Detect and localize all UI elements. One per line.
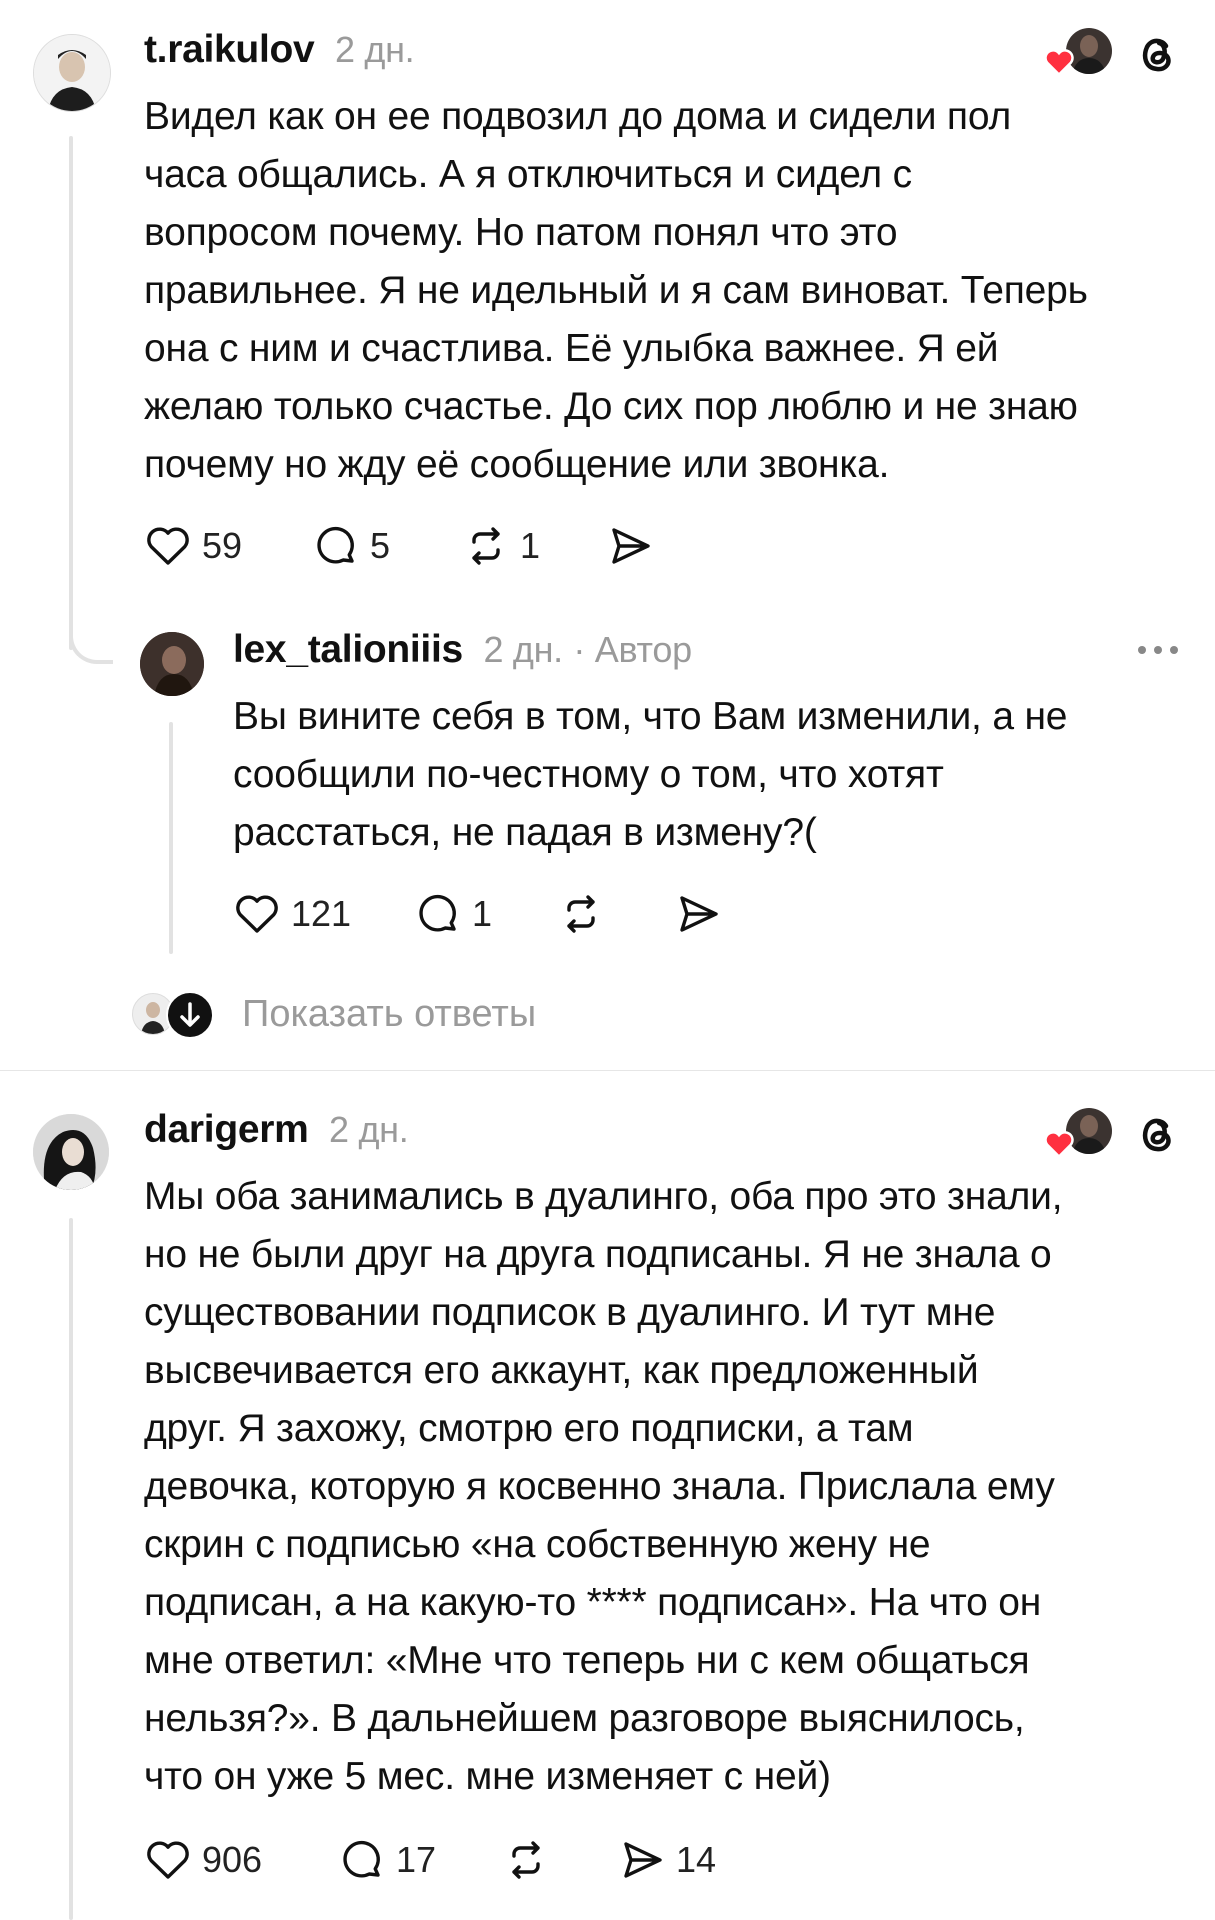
like-count: 59 <box>202 525 243 566</box>
reply-button[interactable]: 1 <box>414 890 492 938</box>
repost-button[interactable] <box>557 890 605 938</box>
send-icon <box>624 1842 662 1878</box>
post-time: 2 дн. <box>483 629 563 670</box>
post-divider <box>0 1070 1215 1071</box>
post-text: Видел как он ее подвозил до дома и сидел… <box>144 95 1088 486</box>
send-icon <box>680 896 718 932</box>
share-button[interactable] <box>606 522 654 570</box>
like-count: 121 <box>291 893 352 934</box>
comment-icon <box>343 1840 380 1878</box>
post-time: 2 дн. <box>329 1109 409 1150</box>
repost-count: 1 <box>520 525 541 566</box>
like-count: 906 <box>202 1839 263 1880</box>
username[interactable]: lex_talioniiis <box>233 628 463 671</box>
repost-button[interactable]: 1 <box>462 522 540 570</box>
reply-count: 5 <box>370 525 391 566</box>
liked-by-avatars[interactable] <box>1044 1108 1112 1160</box>
send-icon <box>612 528 650 564</box>
user-photo-icon <box>34 35 110 111</box>
like-button[interactable]: 906 <box>144 1836 262 1884</box>
heart-icon <box>1044 49 1074 76</box>
repost-icon <box>567 895 595 933</box>
heart-outline-icon <box>147 1841 189 1879</box>
post-text: Вы вините себя в том, что Вам изменили, … <box>233 695 1068 854</box>
post-text: Мы оба занимались в дуалинго, оба про эт… <box>144 1175 1063 1798</box>
avatar[interactable] <box>140 632 204 696</box>
username[interactable]: darigerm <box>144 1108 309 1151</box>
share-button[interactable]: 14 <box>618 1836 716 1884</box>
author-badge: · Автор <box>573 629 692 670</box>
thread-line <box>69 1218 73 1920</box>
like-button[interactable]: 121 <box>233 890 351 938</box>
threads-logo-icon[interactable] <box>1133 1110 1181 1158</box>
repost-icon <box>472 527 500 565</box>
user-photo-icon <box>33 1114 109 1190</box>
username[interactable]: t.raikulov <box>144 28 315 71</box>
post-time: 2 дн. <box>334 29 415 70</box>
reply-button[interactable]: 17 <box>338 1836 436 1884</box>
more-options-icon[interactable] <box>1134 640 1182 665</box>
avatar[interactable] <box>33 34 111 112</box>
reply-count: 1 <box>472 893 493 934</box>
heart-icon <box>1044 1131 1074 1158</box>
threads-logo-icon[interactable] <box>1133 30 1181 78</box>
avatar[interactable] <box>33 1114 109 1190</box>
show-replies-row[interactable]: Показать ответы <box>130 991 730 1041</box>
comment-icon <box>419 894 456 932</box>
user-photo-icon <box>140 632 204 696</box>
like-button[interactable]: 59 <box>144 522 242 570</box>
heart-outline-icon <box>236 895 278 933</box>
repost-button[interactable] <box>502 1836 550 1884</box>
thread-line <box>169 722 173 954</box>
thread-line <box>69 136 73 650</box>
arrow-down-icon <box>166 991 214 1039</box>
reply-count: 17 <box>396 1839 437 1880</box>
comment-icon <box>317 526 354 564</box>
thread-curve <box>69 610 113 664</box>
show-replies-label[interactable]: Показать ответы <box>242 993 536 1036</box>
repost-icon <box>512 1841 540 1879</box>
reply-button[interactable]: 5 <box>312 522 390 570</box>
liked-by-avatars[interactable] <box>1044 28 1112 80</box>
share-button[interactable] <box>674 890 722 938</box>
share-count: 14 <box>676 1839 717 1880</box>
heart-outline-icon <box>147 527 189 565</box>
